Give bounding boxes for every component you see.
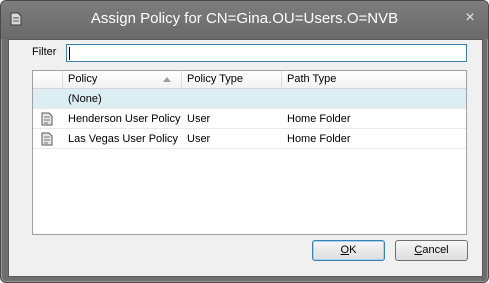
column-header-path-type-label: Path Type <box>287 73 337 85</box>
ok-label: K <box>349 244 357 256</box>
policy-type-cell <box>182 89 187 109</box>
cancel-button[interactable]: Cancel <box>395 240 468 261</box>
filter-input[interactable] <box>66 44 467 62</box>
policy-app-icon <box>10 12 22 26</box>
policy-cell: Las Vegas User Policy <box>68 133 179 145</box>
policy-cell: (None) <box>68 93 102 105</box>
policy-cell: Henderson User Policy <box>68 113 181 125</box>
policy-type-cell: User <box>187 133 211 145</box>
window-title: Assign Policy for CN=Gina.OU=Users.O=NVB <box>90 10 399 27</box>
ok-mnemonic: O <box>340 244 350 256</box>
policy-document-icon <box>41 112 53 126</box>
cancel-label: ancel <box>422 244 449 256</box>
policy-type-cell: User <box>187 113 211 125</box>
column-header-policy[interactable]: Policy <box>63 71 182 88</box>
column-header-policy-label: Policy <box>68 73 98 85</box>
column-header-policy-type-label: Policy Type <box>187 73 244 85</box>
table-row[interactable]: Las Vegas User Policy User Home Folder <box>33 129 466 149</box>
close-icon[interactable]: × <box>462 10 478 26</box>
column-header-path-type[interactable]: Path Type <box>282 71 468 88</box>
path-type-cell <box>282 89 287 109</box>
sort-ascending-icon <box>163 77 171 82</box>
text-caret <box>69 47 70 60</box>
dialog-window: Assign Policy for CN=Gina.OU=Users.O=NVB… <box>0 0 489 283</box>
title-bar[interactable]: Assign Policy for CN=Gina.OU=Users.O=NVB… <box>1 1 488 39</box>
ok-button[interactable]: OK <box>312 240 385 261</box>
policy-list[interactable]: Policy Policy Type Path Type (None) Hend… <box>32 70 467 235</box>
table-row[interactable]: Henderson User Policy User Home Folder <box>33 109 466 129</box>
path-type-cell: Home Folder <box>287 133 351 145</box>
filter-label: Filter <box>32 46 57 58</box>
header-icon-column <box>33 71 63 88</box>
dialog-content: Filter Policy Policy Type Path Type (Non… <box>8 39 483 277</box>
list-header: Policy Policy Type Path Type <box>33 71 466 89</box>
policy-document-icon <box>41 132 53 146</box>
path-type-cell: Home Folder <box>287 113 351 125</box>
table-row[interactable]: (None) <box>33 89 466 109</box>
column-header-policy-type[interactable]: Policy Type <box>182 71 282 88</box>
